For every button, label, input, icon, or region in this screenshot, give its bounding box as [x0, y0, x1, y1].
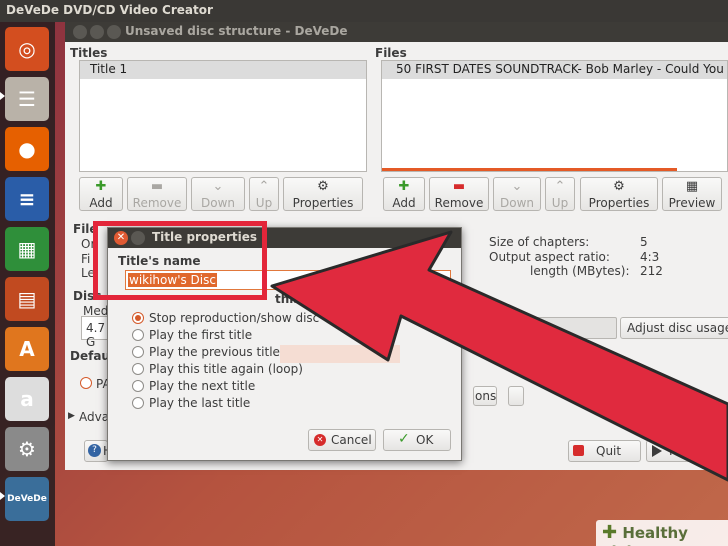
- plus-icon: ✚: [602, 522, 618, 543]
- option-radio[interactable]: [132, 363, 144, 375]
- window-title: Unsaved disc structure - DeVeDe: [125, 24, 348, 38]
- option-label[interactable]: Play the last title: [149, 396, 250, 410]
- expander-arrow-icon[interactable]: ▶: [68, 411, 75, 421]
- file-manager-icon[interactable]: ☰: [5, 77, 49, 121]
- option-radio[interactable]: [132, 397, 144, 409]
- remove-title-button[interactable]: ▬ Remove: [127, 177, 187, 211]
- calc-icon[interactable]: ▦: [5, 227, 49, 271]
- minus-icon: ▬: [150, 179, 164, 194]
- help-button[interactable]: ? H: [84, 440, 112, 462]
- partial-label-fi: Fi: [81, 252, 91, 266]
- arrow-shape: [270, 230, 728, 482]
- files-label: Files: [375, 46, 407, 60]
- main-titlebar: Unsaved disc structure - DeVeDe: [65, 22, 728, 42]
- minimize-window-button[interactable]: [90, 25, 104, 39]
- plus-icon: ✚: [95, 179, 107, 194]
- help-icon: ?: [88, 444, 101, 457]
- titles-label: Titles: [70, 46, 108, 60]
- annotation-arrow: [270, 230, 728, 482]
- close-window-button[interactable]: [73, 25, 87, 39]
- option-radio[interactable]: [132, 329, 144, 341]
- watermark: ✚ Healthy Living: [596, 520, 728, 546]
- devede-icon[interactable]: DeVeDe: [5, 477, 49, 521]
- option-label[interactable]: Play the first title: [149, 328, 252, 342]
- running-indicator: [0, 492, 5, 500]
- files-list-item[interactable]: 50 FIRST DATES SOUNDTRACK- Bob Marley - …: [382, 61, 727, 79]
- app-title: DeVeDe DVD/CD Video Creator: [6, 3, 213, 17]
- down-title-button[interactable]: ⌄ Down: [191, 177, 245, 211]
- running-indicator: [0, 92, 5, 100]
- impress-icon[interactable]: ▤: [5, 277, 49, 321]
- top-panel: DeVeDe DVD/CD Video Creator: [0, 0, 728, 22]
- ubuntu-icon[interactable]: ◎: [5, 27, 49, 71]
- advanced-expander[interactable]: Adva: [79, 410, 109, 424]
- files-list-progress: [382, 168, 677, 171]
- writer-icon[interactable]: ≡: [5, 177, 49, 221]
- arrow-down-icon: ⌄: [212, 179, 224, 194]
- titles-list-item[interactable]: Title 1: [80, 61, 366, 79]
- amazon-icon[interactable]: a: [5, 377, 49, 421]
- option-radio[interactable]: [132, 380, 144, 392]
- maximize-window-button[interactable]: [107, 25, 121, 39]
- launcher: ◎ ☰ ● ≡ ▦ ▤ Aa ⚙ DeVeDe: [0, 22, 55, 546]
- option-radio[interactable]: [132, 346, 144, 358]
- files-list[interactable]: 50 FIRST DATES SOUNDTRACK- Bob Marley - …: [381, 60, 728, 172]
- firefox-icon[interactable]: ●: [5, 127, 49, 171]
- add-title-button[interactable]: ✚ Add: [79, 177, 123, 211]
- titles-list[interactable]: Title 1: [79, 60, 367, 172]
- software-center-icon[interactable]: A: [5, 327, 49, 371]
- settings-icon[interactable]: ⚙: [5, 427, 49, 471]
- option-radio[interactable]: [132, 312, 144, 324]
- pal-radio[interactable]: [80, 377, 92, 389]
